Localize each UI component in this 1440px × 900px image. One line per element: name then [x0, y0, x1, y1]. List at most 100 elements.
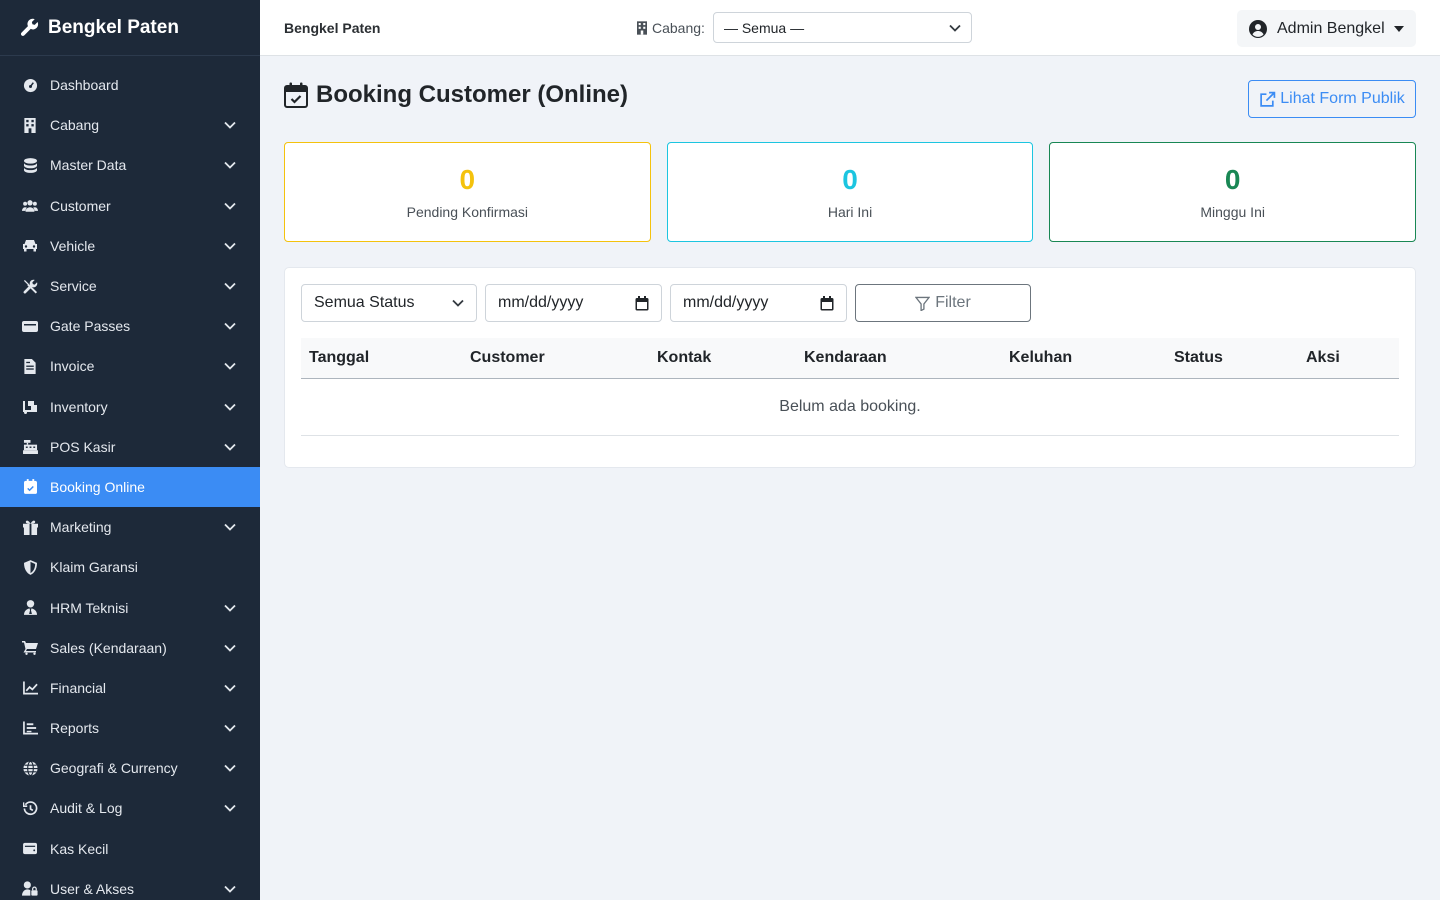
sidebar-item-label: Gate Passes — [50, 318, 131, 335]
user-circle-icon — [1249, 19, 1267, 38]
sidebar-item-label: Marketing — [50, 519, 112, 536]
sidebar-item-pos-kasir[interactable]: POS Kasir — [0, 427, 260, 467]
col-keluhan[interactable]: Keluhan — [1001, 338, 1166, 379]
sidebar-item-marketing[interactable]: Marketing — [0, 507, 260, 547]
stats-row: 0 Pending Konfirmasi 0 Hari Ini 0 Minggu… — [284, 142, 1417, 242]
sidebar-item-vehicle[interactable]: Vehicle — [0, 226, 260, 266]
table-row: Belum ada booking. — [301, 378, 1399, 436]
sidebar-item-gate-passes[interactable]: Gate Passes — [0, 306, 260, 346]
users-icon — [22, 198, 38, 214]
sidebar-item-label: Klaim Garansi — [50, 559, 138, 576]
gauge-icon — [22, 77, 38, 93]
filter-bar: Semua Status mm/dd/yyyy mm/dd/yyyy Filte… — [301, 284, 1399, 322]
date-to-input[interactable]: mm/dd/yyyy — [670, 284, 847, 322]
sidebar-item-label: Customer — [50, 197, 111, 214]
sidebar-item-booking-online[interactable]: Booking Online — [0, 466, 260, 508]
stat-today-value: 0 — [842, 164, 858, 195]
chevron-down-icon — [224, 802, 236, 814]
sidebar-item-label: Booking Online — [50, 478, 145, 495]
sidebar-item-cabang[interactable]: Cabang — [0, 105, 260, 145]
sidebar-item-label: Invoice — [50, 358, 95, 375]
brand[interactable]: Bengkel Paten — [0, 0, 260, 56]
chevron-down-icon — [224, 441, 236, 453]
gift-icon — [22, 519, 38, 535]
branch-select[interactable]: — Semua — — [712, 12, 972, 43]
sidebar-item-label: Financial — [50, 679, 107, 696]
empty-message: Belum ada booking. — [301, 378, 1399, 436]
sidebar-item-kas-kecil[interactable]: Kas Kecil — [0, 829, 260, 869]
building-icon — [637, 20, 647, 35]
sidebar: Bengkel Paten Dashboard Cabang Master Da… — [0, 0, 260, 900]
date-from-placeholder: mm/dd/yyyy — [498, 294, 584, 311]
col-status[interactable]: Status — [1166, 338, 1298, 379]
branch-label-wrap: Cabang: — [637, 20, 705, 36]
sidebar-item-klaim-garansi[interactable]: Klaim Garansi — [0, 547, 260, 587]
sidebar-item-label: User & Akses — [50, 880, 135, 897]
date-to-placeholder: mm/dd/yyyy — [683, 294, 769, 311]
status-filter-select[interactable]: Semua Status — [301, 284, 477, 322]
building-icon — [22, 117, 38, 133]
wallet-icon — [22, 841, 38, 857]
sidebar-item-invoice[interactable]: Invoice — [0, 346, 260, 386]
sidebar-item-label: Kas Kecil — [50, 840, 109, 857]
date-from-input[interactable]: mm/dd/yyyy — [485, 284, 662, 322]
chevron-down-icon — [224, 722, 236, 734]
caret-down-icon — [1394, 25, 1404, 32]
sidebar-item-label: Dashboard — [50, 77, 119, 94]
branch-selector: Cabang: — Semua — — [637, 12, 972, 43]
sidebar-item-master-data[interactable]: Master Data — [0, 145, 260, 185]
calendar-icon[interactable] — [635, 295, 649, 311]
sidebar-item-geografi-currency[interactable]: Geografi & Currency — [0, 748, 260, 788]
user-lock-icon — [22, 881, 38, 897]
cash-register-icon — [22, 439, 38, 455]
booking-table-body: Belum ada booking. — [301, 378, 1399, 436]
view-public-form-button[interactable]: Lihat Form Publik — [1248, 80, 1416, 118]
col-kendaraan[interactable]: Kendaraan — [796, 338, 1001, 379]
sidebar-item-audit-log[interactable]: Audit & Log — [0, 788, 260, 828]
booking-table-head: Tanggal Customer Kontak Kendaraan Keluha… — [301, 338, 1399, 379]
history-icon — [22, 800, 38, 816]
topbar: Bengkel Paten Cabang: — Semua — Admin Be… — [260, 0, 1440, 56]
sidebar-item-sales-kendaraan[interactable]: Sales (Kendaraan) — [0, 628, 260, 668]
sidebar-item-user-akses[interactable]: User & Akses — [0, 869, 260, 900]
sidebar-item-inventory[interactable]: Inventory — [0, 387, 260, 427]
user-menu-button[interactable]: Admin Bengkel — [1237, 10, 1416, 47]
sidebar-item-hrm-teknisi[interactable]: HRM Teknisi — [0, 587, 260, 627]
wrench-icon — [20, 18, 39, 36]
sidebar-item-label: Cabang — [50, 117, 100, 134]
col-kontak[interactable]: Kontak — [649, 338, 796, 379]
calendar-icon[interactable] — [820, 295, 834, 311]
stat-today: 0 Hari Ini — [666, 142, 1034, 242]
table-header-row: Tanggal Customer Kontak Kendaraan Keluha… — [301, 338, 1399, 379]
sidebar-item-label: Service — [50, 278, 97, 295]
chevron-down-icon — [224, 159, 236, 171]
sidebar-item-label: HRM Teknisi — [50, 599, 129, 616]
car-icon — [22, 238, 38, 254]
chevron-down-icon — [224, 401, 236, 413]
chevron-down-icon — [224, 883, 236, 895]
chevron-down-icon — [224, 762, 236, 774]
col-customer[interactable]: Customer — [462, 338, 649, 379]
sidebar-item-dashboard[interactable]: Dashboard — [0, 65, 260, 105]
chevron-down-icon — [224, 642, 236, 654]
stat-week: 0 Minggu Ini — [1049, 142, 1417, 242]
sidebar-item-label: Sales (Kendaraan) — [50, 639, 167, 656]
sidebar-item-reports[interactable]: Reports — [0, 708, 260, 748]
sidebar-item-service[interactable]: Service — [0, 266, 260, 306]
sidebar-item-customer[interactable]: Customer — [0, 186, 260, 226]
filter-button[interactable]: Filter — [855, 284, 1031, 322]
branch-label: Cabang: — [652, 19, 705, 36]
stat-pending-value: 0 — [459, 164, 476, 195]
chart-line-icon — [22, 680, 38, 696]
view-public-form-label: Lihat Form Publik — [1280, 90, 1405, 107]
col-tanggal[interactable]: Tanggal — [301, 338, 462, 379]
chevron-down-icon — [224, 280, 236, 292]
chevron-down-icon — [224, 240, 236, 252]
sidebar-item-financial[interactable]: Financial — [0, 668, 260, 708]
page-header: Booking Customer (Online) Lihat Form Pub… — [284, 56, 1416, 142]
external-link-icon — [1260, 91, 1276, 107]
gate-pass-icon — [22, 318, 38, 334]
cart-icon — [22, 640, 38, 656]
sidebar-item-label: Inventory — [50, 398, 108, 415]
col-aksi: Aksi — [1298, 338, 1399, 379]
